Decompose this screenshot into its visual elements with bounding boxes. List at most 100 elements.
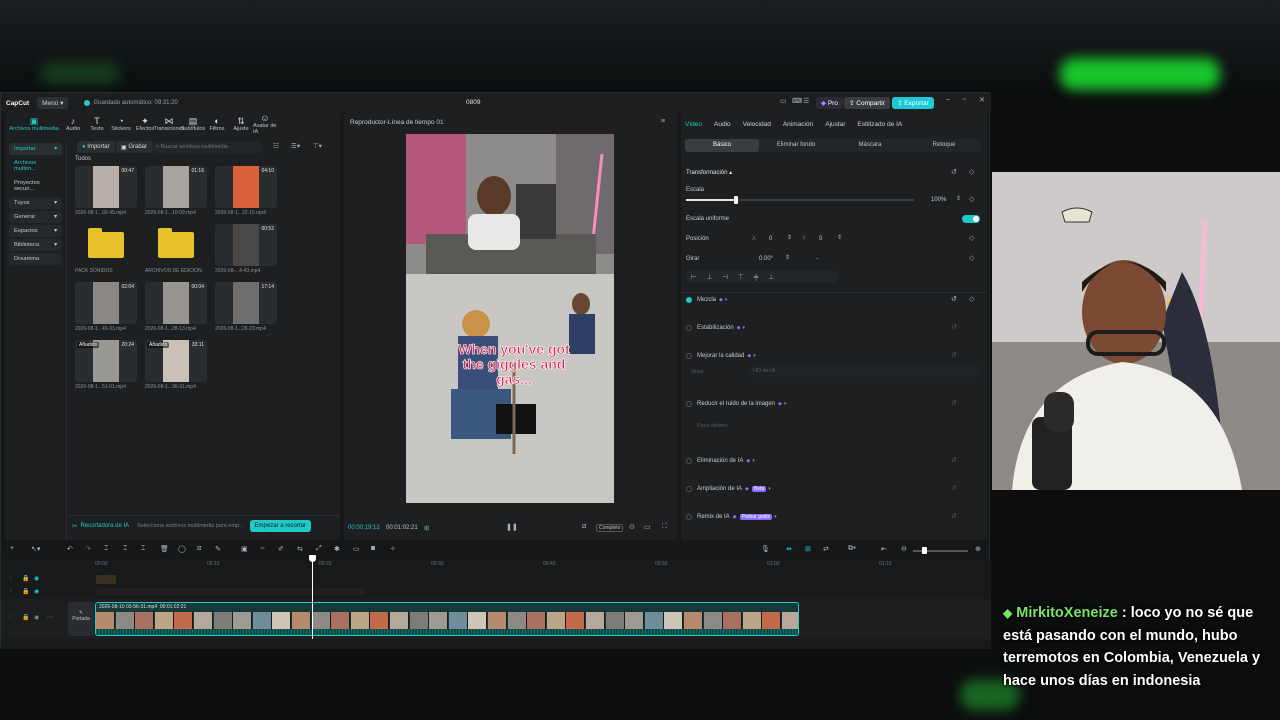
playhead[interactable] [309, 555, 316, 639]
quality-select[interactable]: HD de IA [749, 366, 981, 377]
magic-icon[interactable]: ✎ [215, 545, 221, 553]
keyframe-icon[interactable]: ◇ [969, 295, 974, 303]
toolbar-item[interactable]: ⇅ Ajuste [229, 116, 253, 132]
toolbar-item[interactable]: ☺ Avatar de IA [253, 113, 277, 135]
media-item[interactable]: PACK SONIDOS [75, 224, 137, 274]
stepper-icon[interactable]: ⇕ [956, 195, 961, 202]
refresh-icon[interactable]: ↺ [951, 399, 957, 407]
toolbar-item[interactable]: ▣ Archivos multimedia [7, 116, 61, 132]
redo-icon[interactable]: ↷ [85, 545, 91, 553]
stepper-icon[interactable]: ⇕ [837, 234, 842, 241]
keyframe-icon[interactable]: ◇ [969, 234, 974, 242]
inspector-subtab[interactable]: Máscara [833, 139, 907, 152]
mirror-icon[interactable]: ⇔ [259, 545, 266, 552]
sidebar-item[interactable]: Archivos multim... [9, 157, 62, 175]
inspector-section[interactable]: Reducir el ruido de la imagen ◆ ▾ ↺ [686, 399, 982, 409]
start-cutting-button[interactable]: Empezar a recortar [249, 519, 311, 532]
refresh-icon[interactable]: ↺ [951, 323, 957, 331]
delete-icon[interactable]: 🗑 [160, 545, 169, 553]
align-bottom-icon[interactable]: ⊥ [768, 273, 774, 281]
menu-button[interactable]: Menú ▾ [37, 97, 69, 109]
import-button[interactable]: ● Importar [77, 141, 115, 153]
track-eye-icon[interactable]: ◉ [34, 575, 39, 582]
uniform-scale-toggle[interactable] [962, 215, 980, 223]
pause-button[interactable]: ❚❚ [506, 523, 518, 531]
inspector-tab[interactable]: Ajustar [825, 121, 845, 128]
sidebar-item[interactable]: Importar ▾ [9, 143, 62, 155]
media-search-input[interactable]: ⌕ Buscar archivos multimedia [152, 141, 262, 153]
media-item[interactable]: 01:16 2026-08-1...10-09.mp4 [145, 166, 207, 216]
inspector-section[interactable]: Estabilización ◆ ▾ ↺ [686, 323, 982, 333]
cover-button[interactable]: ✎ Portada [68, 602, 94, 636]
refresh-icon[interactable]: ↺ [951, 456, 957, 464]
media-item[interactable]: 17:14 2026-08-1...26-23.mp4 [215, 282, 277, 332]
overlay-clip[interactable] [96, 575, 116, 584]
keyframe-icon[interactable]: ◇ [969, 168, 974, 176]
split-right-icon[interactable]: ⌶ [141, 545, 145, 553]
pen-icon[interactable]: ✐ [278, 545, 284, 553]
section-checkbox[interactable] [686, 353, 692, 359]
toolbar-item[interactable]: ⋈ Transiciones [154, 116, 185, 132]
rotate-input[interactable]: 0.00° [759, 256, 773, 262]
section-checkbox[interactable] [686, 486, 692, 492]
toolbar-item[interactable]: ▤ Subtítulos [181, 116, 205, 132]
filter-icon[interactable]: ⊤▾ [313, 142, 322, 150]
pro-button[interactable]: ◆ Pro [816, 97, 843, 109]
inspector-section[interactable]: Mejorar la calidad ◆ ▾ ↺ [686, 351, 982, 361]
inspector-section[interactable]: Mezcla ◆ ▾ ↺ ◇ [686, 295, 982, 305]
sparkle-icon[interactable]: ✧ [390, 545, 396, 553]
inspector-tab[interactable]: Animación [783, 121, 813, 128]
close-icon[interactable]: ✕ [979, 96, 985, 104]
sidebar-item[interactable]: Biblioteca ▾ [9, 239, 62, 251]
minimize-icon[interactable]: – [946, 96, 950, 103]
inspector-tab[interactable]: Vídeo [685, 121, 702, 128]
toolbar-item[interactable]: ◐ Filtros [205, 116, 229, 132]
track-more-icon[interactable]: ⋯ [47, 614, 53, 621]
track-audio-icon[interactable]: ◉ [34, 614, 39, 621]
transform-tool-icon[interactable]: ⤢ [316, 545, 322, 553]
track-visibility-icon[interactable]: ◌ [9, 575, 13, 581]
ratio-icon[interactable]: ▭ [644, 523, 651, 531]
inspector-subtab[interactable]: Retoque [907, 139, 981, 152]
toolbar-item[interactable]: T Texto [85, 116, 109, 132]
sidebar-item[interactable]: Tuyos ▾ [9, 197, 62, 209]
fullscreen-icon[interactable]: ⛶ [662, 523, 667, 531]
section-checkbox[interactable] [686, 514, 692, 520]
inspector-tab[interactable]: Audio [714, 121, 731, 128]
view-grid-icon[interactable]: ☷ [273, 142, 279, 150]
pos-y-input[interactable]: 0 [819, 236, 822, 242]
sidebar-item[interactable]: Generar ▾ [9, 211, 62, 223]
media-item[interactable]: 00:47 2026-08-1...03-45.mp4 [75, 166, 137, 216]
overlay-clip[interactable] [96, 588, 366, 595]
split-icon[interactable]: ⌶ [104, 545, 108, 553]
mic-icon[interactable]: 🎙 [761, 545, 770, 553]
inspector-subtab[interactable]: Eliminar fondo [759, 139, 833, 152]
rotate-dash[interactable]: - [816, 256, 818, 262]
zoom-out-icon[interactable]: ⊖ [901, 545, 907, 553]
reverse-icon[interactable]: ⇆ [297, 545, 303, 553]
camera-icon[interactable]: ◙ [371, 545, 375, 552]
zoom-icon[interactable]: ⊙ [629, 523, 635, 531]
refresh-icon[interactable]: ↺ [951, 351, 957, 359]
media-item[interactable]: ARCHIVOS DE EDICION [145, 224, 207, 274]
inspector-tab[interactable]: Estilizado de IA [857, 121, 902, 128]
track-lock-icon[interactable]: 🔒 [22, 614, 29, 621]
add-track-icon[interactable]: + [10, 545, 14, 552]
scale-value[interactable]: 100% [931, 197, 946, 203]
sidebar-item[interactable]: Proyectos secun... [9, 177, 62, 195]
inspector-subtab[interactable]: Básico [685, 139, 759, 152]
screen-icon[interactable]: ▭ [353, 545, 360, 553]
track-eye-icon[interactable]: ◉ [34, 588, 39, 595]
section-checkbox[interactable] [686, 325, 692, 331]
snap-icon[interactable]: ⊞ [805, 545, 811, 553]
media-item[interactable]: 33:11 Añadido 2026-08-1...36-31.mp4 [145, 340, 207, 390]
zoom-slider[interactable] [913, 547, 968, 554]
align-top-icon[interactable]: ⊤ [738, 273, 744, 281]
inspector-section[interactable]: Eliminación de IA ◆ ▾ ↺ [686, 456, 982, 466]
media-item[interactable]: 20:24 Añadido 2026-08-1...51-01.mp4 [75, 340, 137, 390]
stepper-icon[interactable]: ⇕ [787, 234, 792, 241]
export-button[interactable]: ⇧ Exportar [892, 97, 934, 109]
complete-button[interactable]: Completo [596, 524, 624, 532]
media-item[interactable]: 00:52 2026-08-...4-43.mp4 [215, 224, 277, 274]
select-tool-icon[interactable]: ↖▾ [31, 545, 40, 553]
